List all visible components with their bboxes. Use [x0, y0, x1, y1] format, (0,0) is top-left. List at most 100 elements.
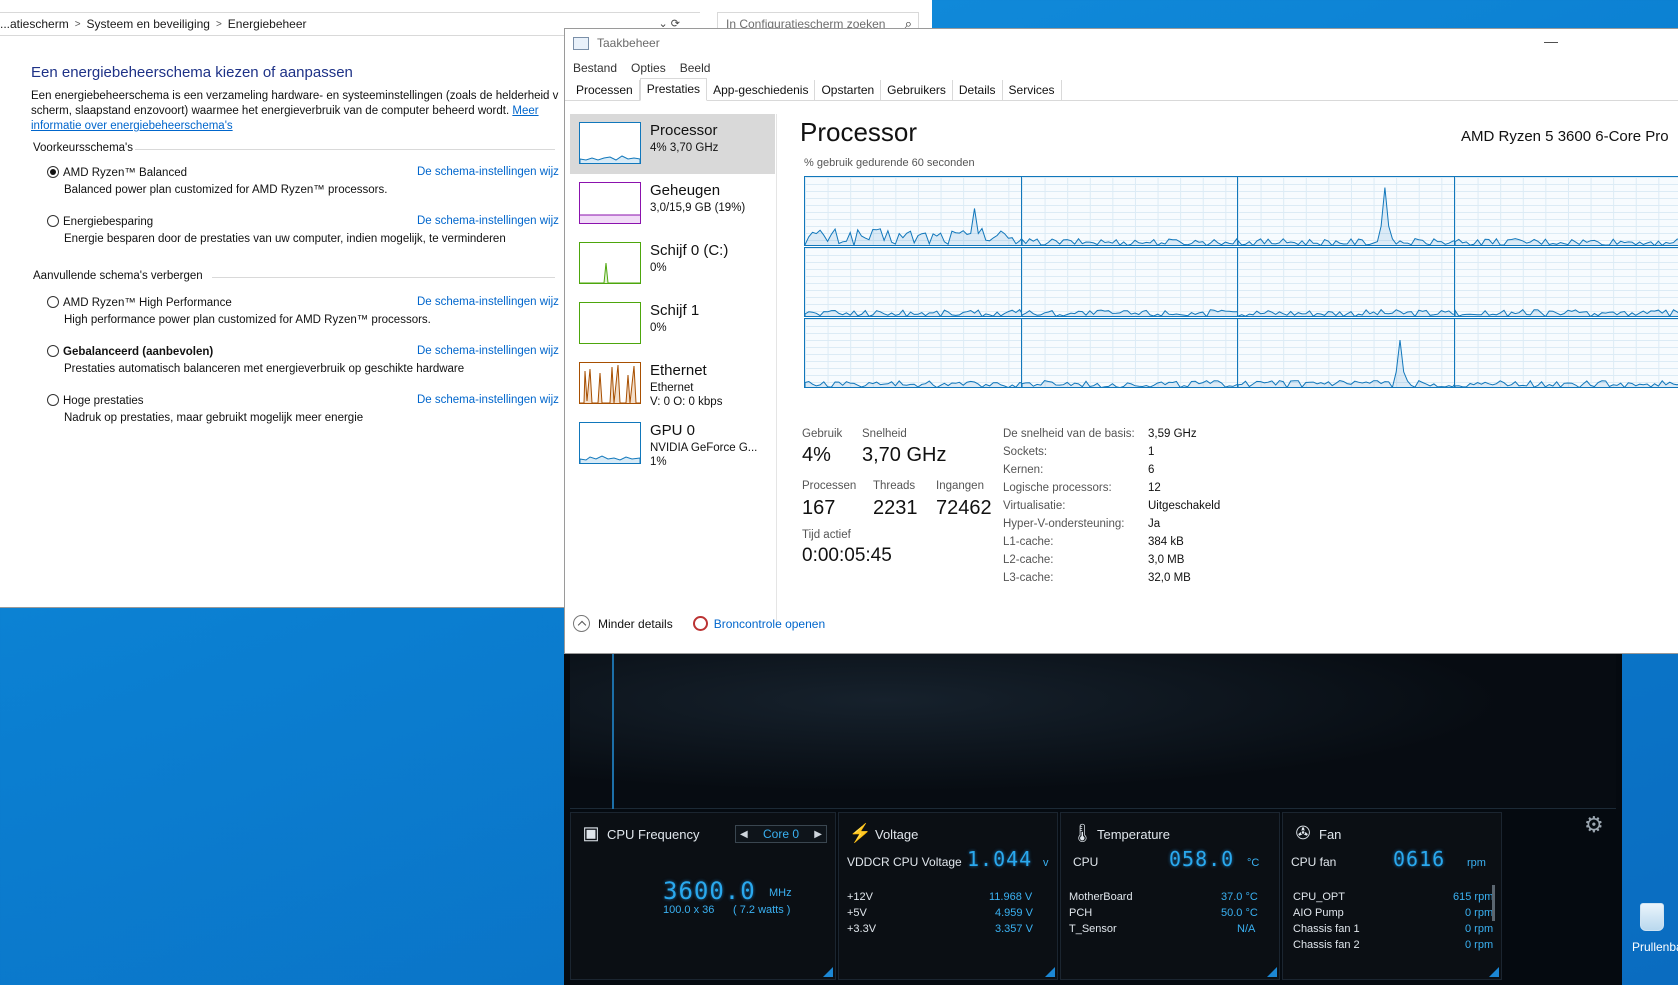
task-manager-window: Taakbeheer — Bestand Opties Beeld Proces… — [564, 28, 1678, 654]
usage-label: Gebruik — [802, 428, 843, 440]
core-usage-line — [1454, 237, 1678, 245]
plan-settings-link[interactable]: De schema-instellingen wijz — [417, 394, 559, 406]
plan-amd-balanced[interactable]: AMD Ryzen™ Balanced Balanced power plan … — [47, 166, 387, 196]
core-graph — [1237, 247, 1463, 317]
prev-core-icon[interactable]: ◀ — [740, 829, 748, 840]
main-label: CPU — [1073, 855, 1099, 869]
cpu-watts: ( 7.2 watts ) — [733, 904, 791, 916]
row-value: 0 rpm — [1465, 923, 1494, 935]
plan-amd-high-performance[interactable]: AMD Ryzen™ High Performance High perform… — [47, 296, 431, 326]
core-graph — [804, 176, 1030, 246]
radio-selected[interactable] — [47, 166, 59, 178]
core-graph — [1020, 176, 1247, 246]
plan-settings-link[interactable]: De schema-instellingen wijz — [417, 345, 559, 357]
main-value: 058.0 — [1169, 847, 1235, 871]
row-label: AIO Pump — [1293, 907, 1344, 919]
resource-processor[interactable]: Processor 4% 3,70 GHz — [570, 114, 775, 174]
tab-app-history[interactable]: App-geschiedenis — [707, 80, 816, 100]
tab-processes[interactable]: Processen — [570, 80, 640, 100]
detail-label: Hyper-V-ondersteuning: — [1003, 518, 1125, 530]
cpu-frequency-panel[interactable]: ▣ CPU Frequency ◀ Core 0 ▶ 3600.0 MHz 10… — [570, 812, 836, 980]
fan-panel[interactable]: ✇ Fan CPU fan 0616 rpm CPU_OPT 615 rpm A… — [1282, 812, 1502, 980]
pane-divider[interactable] — [776, 114, 777, 628]
temperature-panel[interactable]: 🌡 Temperature CPU 058.0 °C MotherBoard 3… — [1060, 812, 1280, 980]
multiplier: 100.0 x 36 — [663, 904, 715, 916]
radio[interactable] — [47, 394, 59, 406]
core-selector[interactable]: ◀ Core 0 ▶ — [735, 825, 827, 843]
cpu-chip-icon: ▣ — [582, 823, 600, 843]
row-value: 37.0 °C — [1221, 891, 1258, 903]
expand-corner-icon[interactable] — [1045, 967, 1055, 977]
core-graph — [1020, 318, 1247, 388]
radio[interactable] — [47, 345, 59, 357]
detail-value: 384 kB — [1148, 536, 1184, 548]
recycle-bin-label[interactable]: Prullenbak — [1632, 940, 1678, 954]
voltage-panel[interactable]: ⚡ Voltage VDDCR CPU Voltage 1.044 v +12V… — [838, 812, 1058, 980]
breadcrumb-power-options[interactable]: Energiebeheer — [228, 17, 307, 31]
core-usage-line — [1238, 339, 1462, 387]
resource-list: Processor 4% 3,70 GHz Geheugen 3,0/15,9 … — [570, 114, 775, 474]
plan-settings-link[interactable]: De schema-instellingen wijz — [417, 215, 559, 227]
gpu-thumb — [579, 422, 641, 464]
core-usage-line — [805, 380, 1029, 387]
row-label: PCH — [1069, 907, 1093, 919]
expand-corner-icon[interactable] — [1489, 967, 1499, 977]
chevron-up-icon[interactable] — [573, 615, 590, 632]
recycle-bin-icon[interactable] — [1640, 903, 1664, 931]
radio[interactable] — [47, 215, 59, 227]
detail-value: 32,0 MB — [1148, 572, 1191, 584]
plan-settings-link[interactable]: De schema-instellingen wijz — [417, 296, 559, 308]
resource-gpu0[interactable]: GPU 0 NVIDIA GeForce G... 1% — [570, 414, 775, 474]
core-usage-line — [805, 308, 1029, 316]
core-usage-line — [805, 208, 1029, 245]
tab-services[interactable]: Services — [1002, 80, 1062, 100]
panel-title: CPU Frequency — [607, 827, 700, 842]
resource-disk1[interactable]: Schijf 1 0% — [570, 294, 775, 354]
settings-gear-icon[interactable]: ⚙ — [1584, 812, 1604, 838]
tab-details[interactable]: Details — [952, 80, 1003, 100]
detail-value: 3,0 MB — [1148, 554, 1185, 566]
usage-value: 4% — [802, 444, 831, 466]
disk1-thumb — [579, 302, 641, 344]
resource-ethernet[interactable]: Ethernet Ethernet V: 0 O: 0 kbps — [570, 354, 775, 414]
detail-value: Uitgeschakeld — [1148, 500, 1221, 512]
breadcrumb-control-panel[interactable]: ...atiescherm — [0, 17, 69, 31]
breadcrumb-system-security[interactable]: Systeem en beveiliging — [87, 17, 210, 31]
plan-settings-link[interactable]: De schema-instellingen wijz — [417, 166, 559, 178]
tab-startup[interactable]: Opstarten — [815, 80, 882, 100]
core-graph — [1237, 176, 1463, 246]
menu-options[interactable]: Opties — [631, 61, 666, 75]
plan-balanced[interactable]: Gebalanceerd (aanbevolen) Prestaties aut… — [47, 345, 464, 375]
plan-high-performance[interactable]: Hoge prestaties Nadruk op prestaties, ma… — [47, 394, 363, 424]
panel-title: Temperature — [1097, 827, 1170, 842]
monitor-graph-area — [570, 654, 1616, 809]
menu-view[interactable]: Beeld — [680, 61, 711, 75]
detail-label: L3-cache: — [1003, 572, 1054, 584]
graph-caption: % gebruik gedurende 60 seconden — [804, 157, 975, 169]
menu-file[interactable]: Bestand — [573, 61, 617, 75]
row-label: Chassis fan 1 — [1293, 923, 1360, 935]
footer: Minder details Broncontrole openen — [573, 615, 825, 632]
fan-scrollbar[interactable] — [1492, 885, 1495, 921]
minimize-icon[interactable]: — — [1544, 33, 1558, 49]
resource-memory[interactable]: Geheugen 3,0/15,9 GB (19%) — [570, 174, 775, 234]
expand-corner-icon[interactable] — [823, 967, 833, 977]
detail-value: 12 — [1148, 482, 1161, 494]
tab-users[interactable]: Gebruikers — [881, 80, 953, 100]
page-title: Een energiebeheerschema kiezen of aanpas… — [31, 64, 353, 81]
window-title: Taakbeheer — [597, 36, 660, 50]
handles-label: Ingangen — [936, 480, 984, 492]
resource-disk0[interactable]: Schijf 0 (C:) 0% — [570, 234, 775, 294]
title-bar[interactable]: Taakbeheer — — [565, 29, 1678, 57]
next-core-icon[interactable]: ▶ — [814, 829, 822, 840]
core-usage-line — [1021, 309, 1246, 316]
extra-group[interactable]: Aanvullende schema's verbergen — [33, 270, 203, 282]
fewer-details-link[interactable]: Minder details — [598, 617, 673, 631]
frequency-unit: MHz — [769, 887, 792, 899]
uptime-value: 0:00:05:45 — [802, 545, 892, 566]
graph-cursor-line — [612, 654, 614, 809]
radio[interactable] — [47, 296, 59, 308]
expand-corner-icon[interactable] — [1267, 967, 1277, 977]
resource-monitor-link[interactable]: Broncontrole openen — [714, 617, 825, 631]
tab-performance[interactable]: Prestaties — [639, 78, 708, 101]
